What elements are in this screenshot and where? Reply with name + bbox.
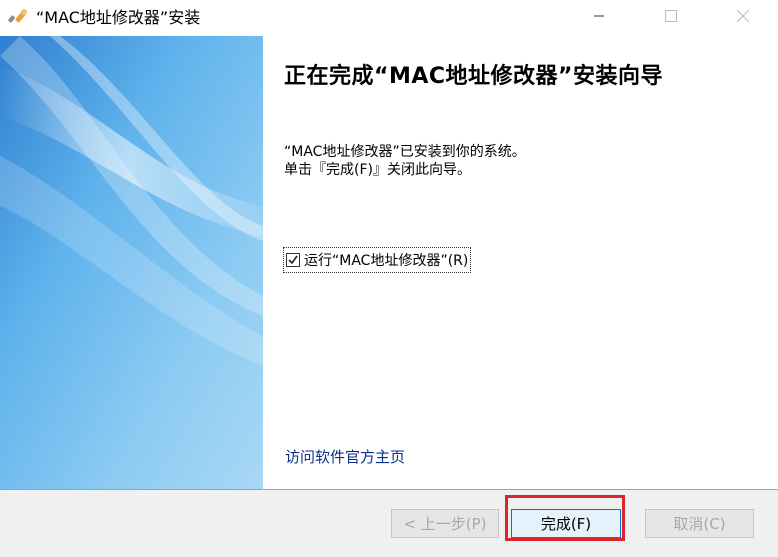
- back-button[interactable]: < 上一步(P): [391, 509, 499, 538]
- wizard-banner-image: [0, 36, 263, 489]
- close-icon: [736, 9, 750, 23]
- minimize-icon: [594, 15, 604, 17]
- finish-button[interactable]: 完成(F): [511, 509, 621, 538]
- installer-wrench-icon: [8, 7, 30, 29]
- checkmark-icon: [288, 255, 298, 265]
- visit-homepage-link[interactable]: 访问软件官方主页: [285, 446, 405, 467]
- run-app-checkbox-row[interactable]: 运行“MAC地址修改器”(R): [283, 247, 472, 273]
- description-instruction: 单击『完成(F)』关闭此向导。: [284, 162, 471, 178]
- page-heading: 正在完成“MAC地址修改器”安装向导: [284, 64, 663, 89]
- close-button[interactable]: [720, 0, 766, 32]
- window-title: “MAC地址修改器”安装: [36, 8, 201, 27]
- maximize-button[interactable]: [648, 0, 694, 32]
- minimize-button[interactable]: [576, 0, 622, 32]
- title-bar: “MAC地址修改器”安装: [0, 0, 778, 36]
- run-app-checkbox[interactable]: [286, 253, 300, 267]
- run-app-checkbox-label: 运行“MAC地址修改器”(R): [304, 253, 469, 269]
- maximize-icon: [665, 10, 677, 22]
- cancel-button[interactable]: 取消(C): [645, 509, 754, 538]
- description-installed: “MAC地址修改器”已安装到你的系统。: [284, 144, 526, 160]
